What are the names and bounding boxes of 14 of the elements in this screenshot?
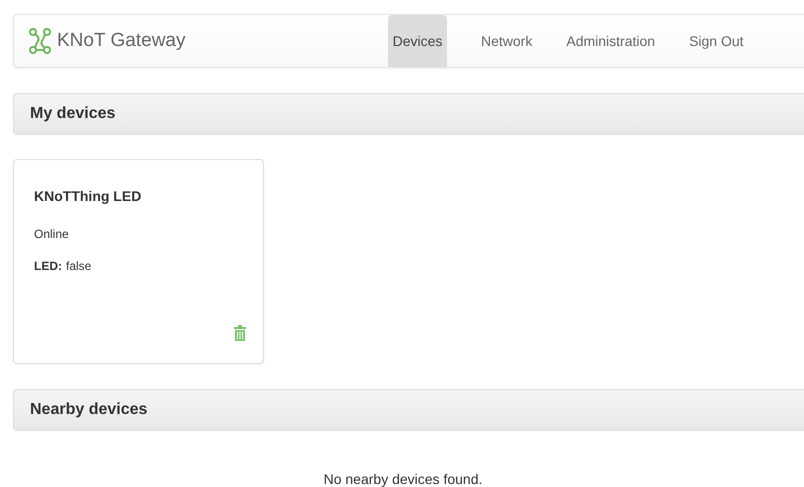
- logo-icon: [29, 28, 51, 54]
- nav-link[interactable]: Administration: [549, 15, 672, 67]
- nav-link[interactable]: Sign Out: [672, 15, 761, 67]
- empty-message: No nearby devices found.: [322, 471, 484, 487]
- nav-link[interactable]: Network: [464, 15, 550, 67]
- section-title: My devices: [30, 105, 116, 123]
- trash-icon[interactable]: [234, 325, 246, 341]
- property-value: false: [66, 259, 92, 273]
- brand-name[interactable]: KNoT Gateway: [57, 30, 186, 52]
- nav-link[interactable]: Devices: [388, 15, 447, 67]
- property-name: LED:: [34, 259, 62, 273]
- device-status: Online: [34, 227, 70, 241]
- section-title: Nearby devices: [30, 401, 148, 419]
- device-name: KNoTThing LED: [34, 188, 142, 204]
